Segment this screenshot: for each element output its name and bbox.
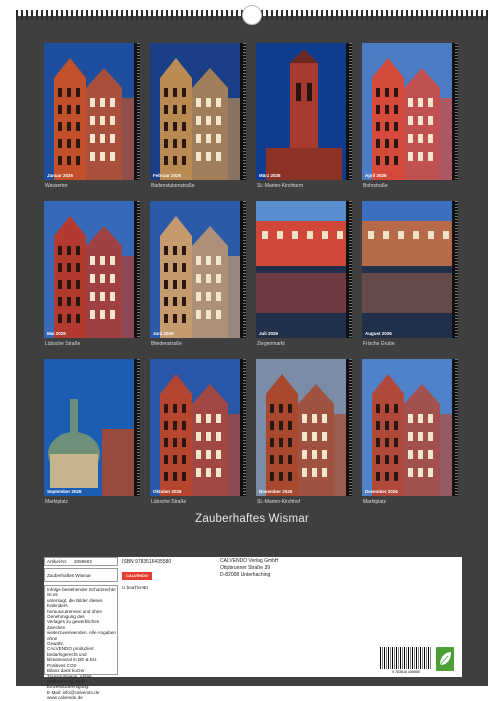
photo-caption: Marktplatz <box>363 499 387 505</box>
month-label: Dezember 2026 <box>365 489 398 494</box>
street-tower-icon: Oktober 2026 <box>150 359 246 496</box>
month-tile: September 2026 Marktplatz <box>44 359 140 519</box>
photo-caption: St.-Marien-Kirchhof <box>257 499 301 505</box>
brick-gate-icon: Januar 2026 <box>44 43 140 180</box>
date-ruler <box>240 43 246 180</box>
month-tile: Mai 2026 Lübsche Straße <box>44 201 140 361</box>
publisher-name: CALVENDO Verlag GmbH <box>220 558 279 564</box>
photo-caption: Bohrstraße <box>363 183 388 189</box>
climate-neutral-leaf-icon <box>436 647 454 671</box>
legal-line: klimaneutral in DE & EU. Positives CO2- <box>47 657 98 668</box>
legal-line: CALVENDO produziert bedarfsgerecht und <box>47 646 94 657</box>
photo-caption: Frische Grube <box>363 341 395 347</box>
month-tile: Februar 2026 Badenstubenstraße <box>150 43 246 203</box>
calendar-title: Zauberhaftes Wismar <box>195 513 309 525</box>
month-label: Juni 2026 <box>153 331 174 336</box>
month-tile: Juli 2026 Ziegenmarkt <box>256 201 352 361</box>
article-number: 2059602 <box>74 559 92 564</box>
gabled-houses-icon: April 2026 <box>362 43 458 180</box>
photo-caption: Wassertor <box>45 183 68 189</box>
date-ruler <box>240 201 246 338</box>
photo-caption: Lübsche Straße <box>45 341 81 347</box>
month-tile: Januar 2026 Wassertor <box>44 43 140 203</box>
legal-notice: Infolge bestehender Schutzrechte ist es u… <box>47 587 117 701</box>
date-ruler <box>452 43 458 180</box>
month-tile: Juni 2026 Bliedenstraße <box>150 201 246 361</box>
publisher-city: D-82008 Unterhaching <box>220 572 271 578</box>
month-label: Juli 2026 <box>259 331 279 336</box>
month-label: Januar 2026 <box>47 173 74 178</box>
wasserkunst-pavilion-icon: September 2026 <box>44 359 140 496</box>
month-label: Oktober 2026 <box>153 489 182 494</box>
date-ruler <box>134 43 140 180</box>
month-label: August 2026 <box>365 331 392 336</box>
calvendo-logo: CALVENDO <box>122 572 152 580</box>
month-tile: März 2026 St.-Marien-Kirchturm <box>256 43 352 203</box>
date-ruler <box>346 43 352 180</box>
gabled-house-icon: Februar 2026 <box>150 43 246 180</box>
photo-caption: Lübsche Straße <box>151 499 187 505</box>
legal-line: Verlages zu gewerblichen Zwecken <box>47 619 100 630</box>
calendar-back-cover: Januar 2026 Wassertor Februar 2026 Badenstu… <box>16 16 488 700</box>
legal-line: Infolge bestehender Schutzrechte ist es <box>47 587 116 598</box>
date-ruler <box>346 359 352 496</box>
legal-line: herauszutrennen und ohne Genehmigung des <box>47 608 102 620</box>
month-tile: August 2026 Frische Grube <box>362 201 458 361</box>
date-ruler <box>134 359 140 496</box>
month-label: Februar 2026 <box>153 173 182 178</box>
brick-facade-icon: November 2026 <box>256 359 352 496</box>
date-ruler <box>346 201 352 338</box>
month-label: November 2026 <box>259 489 293 494</box>
product-title: Zauberhaftes Wismar <box>47 573 91 578</box>
cover-note: U boaTicHEr <box>122 585 149 590</box>
date-ruler <box>452 201 458 338</box>
month-tile: November 2026 St.-Marien-Kirchhof <box>256 359 352 519</box>
photo-caption: Badenstubenstraße <box>151 183 195 189</box>
month-tile: April 2026 Bohrstraße <box>362 43 458 203</box>
hanger-hole <box>242 5 262 25</box>
legal-line: weiterzuverwenden. Alle Angaben ohne <box>47 630 116 641</box>
barcode-digits: 9 783516 435580 <box>392 670 420 674</box>
canal-houses-icon: August 2026 <box>362 201 458 338</box>
alter-schwede-icon: Dezember 2026 <box>362 359 458 496</box>
month-label: April 2026 <box>365 173 387 178</box>
date-ruler <box>452 359 458 496</box>
month-label: Mai 2026 <box>47 331 66 336</box>
product-info-panel: Artikel-Nr. 2059602 Zauberhaftes Wismar … <box>44 557 462 700</box>
photo-caption: Bliedenstraße <box>151 341 182 347</box>
photo-caption: Ziegenmarkt <box>257 341 285 347</box>
street-church-icon: Juni 2026 <box>150 201 246 338</box>
date-ruler <box>240 359 246 496</box>
isbn: ISBN 9783516435580 <box>122 559 172 565</box>
half-timbered-canal-icon: Juli 2026 <box>256 201 352 338</box>
legal-line: Bilanz dank kurzer Transportwege, Abfall… <box>47 668 93 679</box>
street-houses-icon: Mai 2026 <box>44 201 140 338</box>
month-tile: Oktober 2026 Lübsche Straße <box>150 359 246 519</box>
date-ruler <box>134 201 140 338</box>
church-tower-icon: März 2026 <box>256 43 352 180</box>
month-label: März 2026 <box>259 173 281 178</box>
photo-caption: Marktplatz <box>45 499 69 505</box>
month-tile: Dezember 2026 Marktplatz <box>362 359 458 519</box>
article-label: Artikel-Nr. <box>47 559 68 564</box>
legal-line: Reduzierung dank Einzelstückfertigung. <box>47 678 90 690</box>
photo-caption: St.-Marien-Kirchturm <box>257 183 304 189</box>
legal-line: untersagt, die Bilder dieses Kalenders <box>47 597 103 609</box>
publisher-street: Ottobrunner Straße 39 <box>220 565 271 571</box>
isbn-barcode <box>380 647 432 669</box>
month-label: September 2026 <box>47 489 82 494</box>
